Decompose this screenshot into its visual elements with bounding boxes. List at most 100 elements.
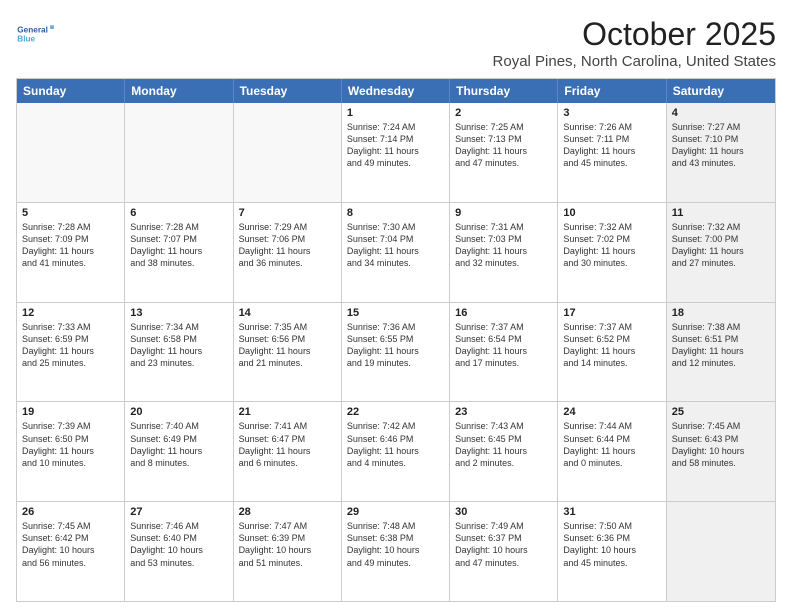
day-number: 26 [22,506,119,518]
day-info: Sunrise: 7:45 AMSunset: 6:43 PMDaylight:… [672,420,770,469]
day-number: 14 [239,307,336,319]
day-cell: 19 Sunrise: 7:39 AMSunset: 6:50 PMDayligh… [17,402,125,501]
day-number: 11 [672,207,770,219]
day-cell: 30Sunrise: 7:49 AMSunset: 6:37 PMDayligh… [450,502,558,601]
day-cell [667,502,775,601]
day-header-thursday: Thursday [450,79,558,103]
calendar: SundayMondayTuesdayWednesdayThursdayFrid… [16,78,776,602]
day-headers: SundayMondayTuesdayWednesdayThursdayFrid… [17,79,775,103]
day-cell: 14 Sunrise: 7:35 AMSunset: 6:56 PMDayligh… [234,303,342,402]
day-info: Sunrise: 7:40 AMSunset: 6:49 PMDaylight:… [130,420,227,469]
day-info: Sunrise: 7:39 AMSunset: 6:50 PMDaylight:… [22,420,119,469]
day-number: 24 [563,406,660,418]
day-header-monday: Monday [125,79,233,103]
day-number: 4 [672,107,770,119]
day-info: Sunrise: 7:41 AMSunset: 6:47 PMDaylight:… [239,420,336,469]
day-info: Sunrise: 7:35 AMSunset: 6:56 PMDaylight:… [239,321,336,370]
day-info: Sunrise: 7:32 AMSunset: 7:00 PMDaylight:… [672,221,770,270]
logo: General Blue [16,16,54,52]
day-info: Sunrise: 7:48 AMSunset: 6:38 PMDaylight:… [347,520,444,569]
day-info: Sunrise: 7:44 AMSunset: 6:44 PMDaylight:… [563,420,660,469]
location: Royal Pines, North Carolina, United Stat… [493,53,776,70]
day-cell: 2 Sunrise: 7:25 AMSunset: 7:13 PMDaylight… [450,103,558,202]
day-number: 21 [239,406,336,418]
day-cell: 24 Sunrise: 7:44 AMSunset: 6:44 PMDayligh… [558,402,666,501]
day-header-sunday: Sunday [17,79,125,103]
week-row-2: 5Sunrise: 7:28 AMSunset: 7:09 PMDaylight… [17,202,775,302]
day-info: Sunrise: 7:37 AMSunset: 6:54 PMDaylight:… [455,321,552,370]
day-number: 7 [239,207,336,219]
week-row-1: 1 Sunrise: 7:24 AMSunset: 7:14 PMDaylight… [17,103,775,202]
day-number: 27 [130,506,227,518]
day-cell: 21 Sunrise: 7:41 AMSunset: 6:47 PMDayligh… [234,402,342,501]
day-cell [125,103,233,202]
day-number: 6 [130,207,227,219]
day-cell: 10 Sunrise: 7:32 AMSunset: 7:02 PMDayligh… [558,203,666,302]
day-info: Sunrise: 7:45 AMSunset: 6:42 PMDaylight:… [22,520,119,569]
day-cell: 22 Sunrise: 7:42 AMSunset: 6:46 PMDayligh… [342,402,450,501]
day-info: Sunrise: 7:37 AMSunset: 6:52 PMDaylight:… [563,321,660,370]
day-cell: 3 Sunrise: 7:26 AMSunset: 7:11 PMDaylight… [558,103,666,202]
day-header-friday: Friday [558,79,666,103]
day-info: Sunrise: 7:33 AMSunset: 6:59 PMDaylight:… [22,321,119,370]
day-cell [17,103,125,202]
week-row-3: 12 Sunrise: 7:33 AMSunset: 6:59 PMDayligh… [17,302,775,402]
day-cell: 29 Sunrise: 7:48 AMSunset: 6:38 PMDayligh… [342,502,450,601]
day-cell: 25 Sunrise: 7:45 AMSunset: 6:43 PMDayligh… [667,402,775,501]
day-number: 19 [22,406,119,418]
day-cell: 5Sunrise: 7:28 AMSunset: 7:09 PMDaylight… [17,203,125,302]
day-number: 25 [672,406,770,418]
day-cell: 7 Sunrise: 7:29 AMSunset: 7:06 PMDaylight… [234,203,342,302]
day-number: 31 [563,506,660,518]
day-cell: 1 Sunrise: 7:24 AMSunset: 7:14 PMDaylight… [342,103,450,202]
day-info: Sunrise: 7:42 AMSunset: 6:46 PMDaylight:… [347,420,444,469]
day-number: 9 [455,207,552,219]
day-cell: 23Sunrise: 7:43 AMSunset: 6:45 PMDayligh… [450,402,558,501]
day-cell: 12 Sunrise: 7:33 AMSunset: 6:59 PMDayligh… [17,303,125,402]
day-number: 13 [130,307,227,319]
day-info: Sunrise: 7:28 AMSunset: 7:07 PMDaylight:… [130,221,227,270]
day-number: 12 [22,307,119,319]
day-number: 5 [22,207,119,219]
day-number: 2 [455,107,552,119]
week-row-5: 26 Sunrise: 7:45 AMSunset: 6:42 PMDayligh… [17,501,775,601]
day-header-tuesday: Tuesday [234,79,342,103]
day-number: 29 [347,506,444,518]
title-block: October 2025 Royal Pines, North Carolina… [493,16,776,70]
day-cell: 31Sunrise: 7:50 AMSunset: 6:36 PMDayligh… [558,502,666,601]
day-number: 22 [347,406,444,418]
day-number: 15 [347,307,444,319]
day-cell: 13 Sunrise: 7:34 AMSunset: 6:58 PMDayligh… [125,303,233,402]
day-cell: 26 Sunrise: 7:45 AMSunset: 6:42 PMDayligh… [17,502,125,601]
day-number: 23 [455,406,552,418]
day-info: Sunrise: 7:29 AMSunset: 7:06 PMDaylight:… [239,221,336,270]
day-info: Sunrise: 7:24 AMSunset: 7:14 PMDaylight:… [347,121,444,170]
day-number: 1 [347,107,444,119]
day-info: Sunrise: 7:34 AMSunset: 6:58 PMDaylight:… [130,321,227,370]
day-cell: 8 Sunrise: 7:30 AMSunset: 7:04 PMDaylight… [342,203,450,302]
day-info: Sunrise: 7:30 AMSunset: 7:04 PMDaylight:… [347,221,444,270]
day-header-wednesday: Wednesday [342,79,450,103]
day-info: Sunrise: 7:27 AMSunset: 7:10 PMDaylight:… [672,121,770,170]
svg-text:Blue: Blue [17,35,35,44]
day-info: Sunrise: 7:26 AMSunset: 7:11 PMDaylight:… [563,121,660,170]
day-info: Sunrise: 7:25 AMSunset: 7:13 PMDaylight:… [455,121,552,170]
day-info: Sunrise: 7:32 AMSunset: 7:02 PMDaylight:… [563,221,660,270]
calendar-body: 1 Sunrise: 7:24 AMSunset: 7:14 PMDaylight… [17,103,775,601]
day-cell: 15 Sunrise: 7:36 AMSunset: 6:55 PMDayligh… [342,303,450,402]
day-number: 16 [455,307,552,319]
day-cell [234,103,342,202]
day-cell: 27Sunrise: 7:46 AMSunset: 6:40 PMDayligh… [125,502,233,601]
day-cell: 18Sunrise: 7:38 AMSunset: 6:51 PMDayligh… [667,303,775,402]
week-row-4: 19 Sunrise: 7:39 AMSunset: 6:50 PMDayligh… [17,401,775,501]
day-number: 8 [347,207,444,219]
day-cell: 11 Sunrise: 7:32 AMSunset: 7:00 PMDayligh… [667,203,775,302]
generalblue-icon: General Blue [16,16,54,52]
month-title: October 2025 [493,16,776,53]
day-cell: 20Sunrise: 7:40 AMSunset: 6:49 PMDayligh… [125,402,233,501]
day-info: Sunrise: 7:31 AMSunset: 7:03 PMDaylight:… [455,221,552,270]
day-info: Sunrise: 7:36 AMSunset: 6:55 PMDaylight:… [347,321,444,370]
day-info: Sunrise: 7:38 AMSunset: 6:51 PMDaylight:… [672,321,770,370]
day-number: 10 [563,207,660,219]
day-number: 3 [563,107,660,119]
